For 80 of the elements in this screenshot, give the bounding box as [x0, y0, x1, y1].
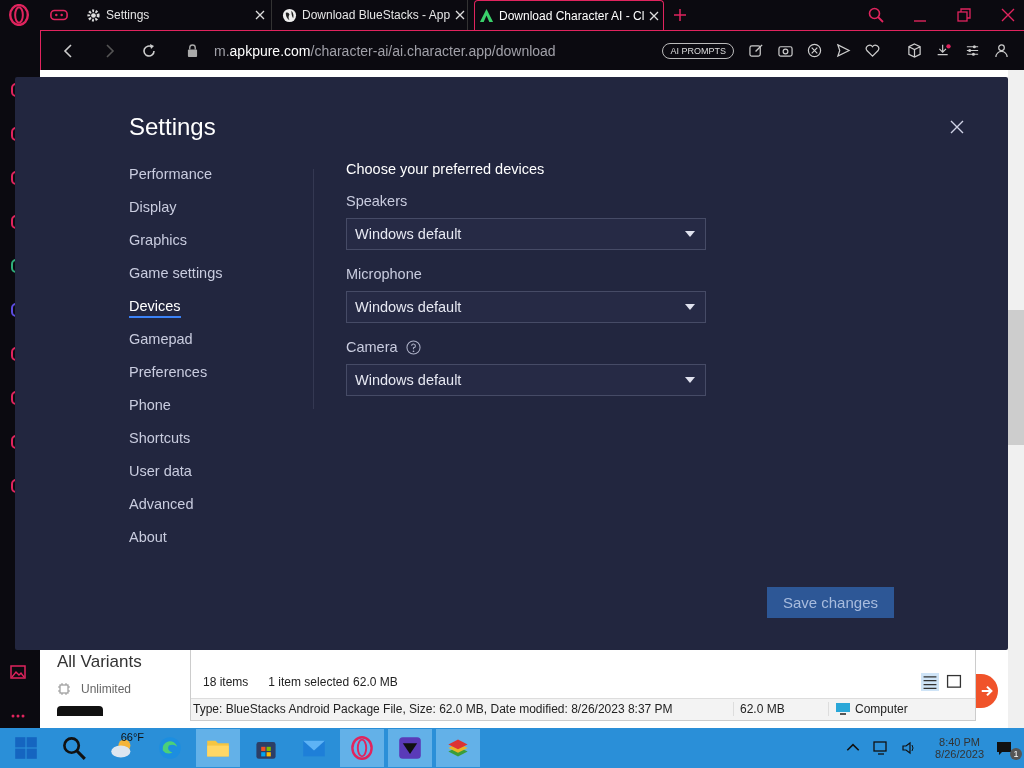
settings-nav-item[interactable]: User data	[129, 462, 192, 483]
sliders-icon[interactable]	[965, 43, 980, 58]
section-title: Choose your preferred devices	[346, 161, 546, 177]
settings-nav-item[interactable]: Gamepad	[129, 330, 193, 351]
camera-icon[interactable]	[778, 43, 793, 58]
caret-icon	[685, 377, 695, 383]
ring-logo-icon	[350, 736, 374, 760]
weather-widget[interactable]: 66°F	[100, 729, 144, 767]
shield-app-icon	[398, 736, 422, 760]
search-icon[interactable]	[868, 7, 884, 23]
caret-icon	[685, 231, 695, 237]
section-heading: All Variants	[57, 652, 143, 672]
settings-nav-item[interactable]: Devices	[129, 297, 181, 318]
network-icon[interactable]	[873, 740, 890, 756]
cube-icon[interactable]	[907, 43, 922, 58]
blocked-icon[interactable]	[807, 43, 822, 58]
globe-icon	[282, 7, 297, 23]
app-thumbnail	[57, 706, 103, 716]
settings-nav-item[interactable]: Shortcuts	[129, 429, 191, 450]
tab-title: Settings	[106, 8, 151, 22]
search-icon	[62, 736, 86, 760]
restore-icon[interactable]	[956, 7, 972, 23]
device-dropdown[interactable]: Windows default	[346, 364, 706, 396]
option-label: Unlimited	[81, 682, 131, 696]
opera-logo-icon[interactable]	[8, 4, 30, 26]
windows-start-icon	[14, 736, 38, 760]
location-label: Computer	[855, 702, 908, 716]
dialog-title: Settings	[129, 113, 216, 141]
clock-time[interactable]: 8:40 PM	[939, 736, 980, 748]
field-label: Speakers	[346, 193, 408, 209]
clock-date[interactable]: 8/26/2023	[935, 748, 984, 760]
edit-icon[interactable]	[749, 43, 764, 58]
settings-nav-item[interactable]: Advanced	[129, 495, 194, 516]
settings-nav-item[interactable]: Phone	[129, 396, 171, 417]
download-icon[interactable]	[936, 43, 951, 58]
user-icon[interactable]	[994, 43, 1009, 58]
file-size: 62.0 MB	[733, 702, 828, 716]
computer-icon	[835, 702, 851, 716]
device-dropdown[interactable]: Windows default	[346, 218, 706, 250]
field-label: Microphone	[346, 266, 422, 282]
tab-title: Download Character AI - Cl	[499, 8, 645, 23]
taskbar-app[interactable]	[388, 729, 432, 767]
notification-count: 1	[1010, 748, 1022, 760]
device-dropdown[interactable]: Windows default	[346, 291, 706, 323]
settings-nav-item[interactable]: Performance	[129, 165, 212, 186]
field-label: Camera	[346, 339, 398, 355]
browser-tab[interactable]: Download BlueStacks - App	[278, 0, 468, 30]
item-count: 18 items	[203, 675, 249, 689]
letter-a-logo-icon	[479, 8, 494, 23]
browser-tab[interactable]: Settings	[82, 0, 272, 30]
file-details: Type: BlueStacks Android Package File, Size: 62.0 MB, Date modified: 8/26/2023 8:37 PM	[192, 702, 674, 716]
image-icon[interactable]	[10, 664, 26, 680]
caret-icon	[685, 304, 695, 310]
arrow-icon	[980, 684, 994, 698]
browser-swirl-icon	[158, 736, 182, 760]
scrollbar[interactable]	[1008, 70, 1024, 728]
temperature: 66°F	[120, 731, 144, 743]
lock-icon	[187, 44, 198, 57]
plus-icon[interactable]	[674, 9, 686, 21]
browser-tab[interactable]: Download Character AI - Cl	[474, 0, 664, 30]
tiles-view-icon[interactable]	[945, 673, 963, 691]
help-icon[interactable]	[405, 339, 421, 355]
settings-nav-item[interactable]: Game settings	[129, 264, 223, 285]
chip-icon	[57, 682, 71, 696]
address-bar[interactable]: m.apkpure.com/character-ai/ai.character.app/download	[214, 42, 556, 59]
settings-nav-item[interactable]: Display	[129, 198, 177, 219]
settings-nav-item[interactable]: About	[129, 528, 167, 549]
arrow-button[interactable]	[976, 674, 998, 708]
selection-size: 62.0 MB	[353, 675, 398, 689]
tab-title: Download BlueStacks - App	[302, 8, 451, 22]
reload-icon[interactable]	[141, 42, 157, 59]
details-view-icon[interactable]	[921, 673, 939, 691]
gamepad-icon[interactable]	[50, 8, 68, 22]
heart-icon[interactable]	[865, 43, 880, 58]
gear-icon	[86, 7, 101, 23]
notification-icon[interactable]	[996, 740, 1012, 756]
selection-info: 1 item selected	[268, 675, 350, 689]
settings-nav-item[interactable]: Graphics	[129, 231, 188, 252]
send-icon[interactable]	[836, 43, 851, 58]
settings-nav-item[interactable]: Preferences	[129, 363, 208, 384]
